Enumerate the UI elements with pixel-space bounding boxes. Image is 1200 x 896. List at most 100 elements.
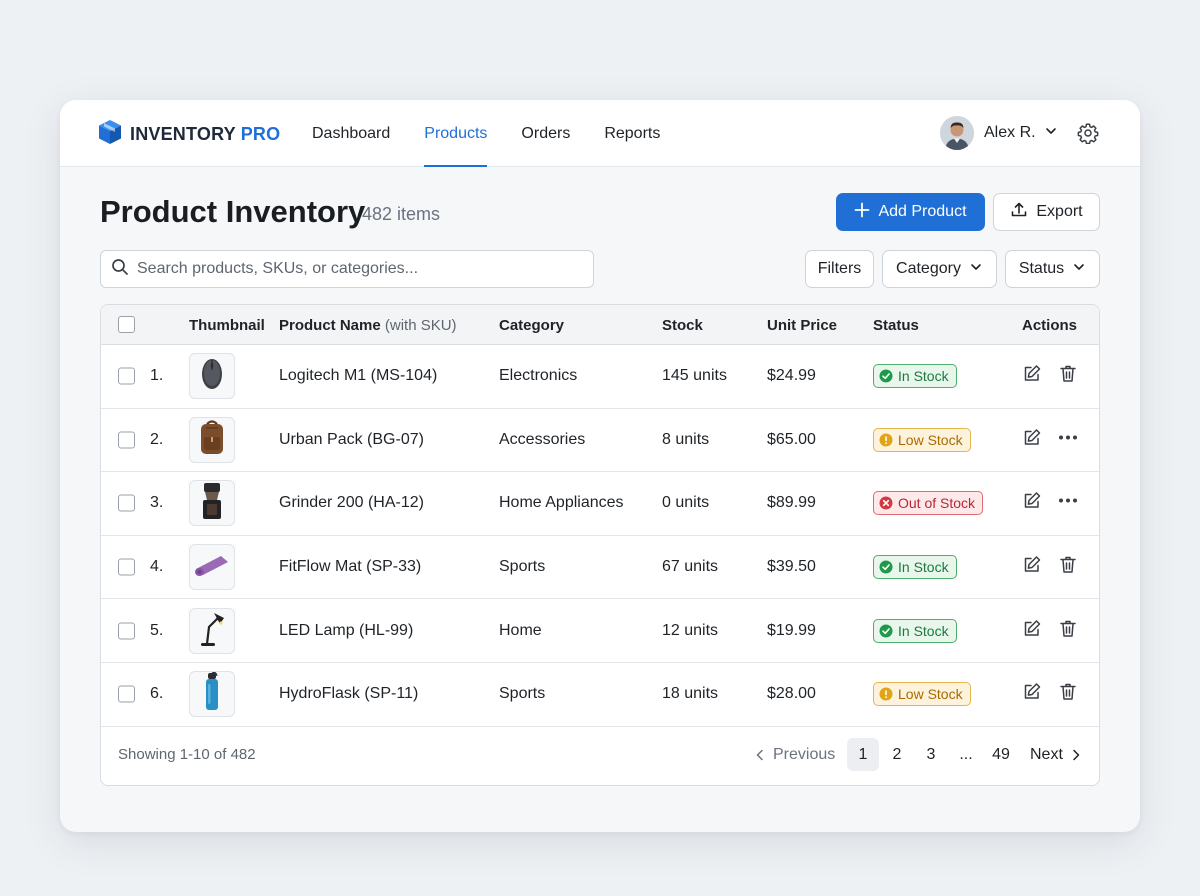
status-label: Low Stock — [898, 686, 963, 703]
export-button[interactable]: Export — [993, 193, 1100, 231]
edit-icon[interactable] — [1022, 555, 1042, 580]
next-label: Next — [1030, 745, 1063, 763]
nav-orders[interactable]: Orders — [521, 100, 570, 167]
status-select[interactable]: Status — [1005, 250, 1100, 288]
next-page-button[interactable]: Next — [1030, 738, 1081, 771]
previous-page-button[interactable]: Previous — [755, 738, 835, 771]
product-name[interactable]: FitFlow Mat (SP-33) — [279, 558, 421, 576]
edit-icon[interactable] — [1022, 618, 1042, 643]
product-name[interactable]: HydroFlask (SP-11) — [279, 685, 418, 703]
nav-products[interactable]: Products — [424, 100, 488, 167]
upload-icon — [1010, 201, 1028, 224]
export-label: Export — [1036, 203, 1083, 220]
product-stock: 67 units — [662, 558, 719, 576]
col-status[interactable]: Status — [873, 317, 919, 334]
page-title: Product Inventory — [100, 194, 366, 229]
yoga-mat-icon — [193, 552, 231, 583]
product-name[interactable]: LED Lamp (HL-99) — [279, 622, 413, 640]
product-price: $24.99 — [767, 367, 816, 385]
trash-icon[interactable] — [1058, 618, 1078, 643]
status-label: Out of Stock — [898, 495, 976, 512]
brand-logo[interactable]: INVENTORY PRO — [98, 119, 280, 150]
page-1-button[interactable]: 1 — [847, 738, 879, 771]
product-category: Sports — [499, 685, 546, 703]
row-checkbox[interactable] — [118, 685, 135, 703]
product-stock: 12 units — [662, 621, 719, 639]
user-menu[interactable]: Alex R. — [940, 116, 1058, 150]
page-ellipsis: ... — [959, 745, 973, 763]
more-options-icon[interactable] — [1057, 427, 1079, 452]
col-stock[interactable]: Stock — [662, 317, 703, 334]
table-row[interactable]: 3. Grinder 200 (HA-12) Home Appliances 0 un… — [101, 472, 1099, 536]
table-row[interactable]: 6. HydroFlask (SP-11) Sports 18 units $28.00… — [101, 663, 1099, 727]
product-thumbnail — [189, 480, 235, 527]
warning-circle-icon — [879, 433, 893, 447]
product-name[interactable]: Logitech M1 (MS-104) — [279, 367, 437, 385]
product-category: Home Appliances — [499, 494, 624, 512]
row-index: 4. — [150, 558, 164, 576]
product-category: Home — [499, 621, 542, 639]
category-select[interactable]: Category — [882, 250, 997, 288]
previous-label: Previous — [773, 745, 836, 763]
add-product-button[interactable]: Add Product — [836, 193, 985, 231]
row-checkbox[interactable] — [118, 367, 135, 385]
col-category[interactable]: Category — [499, 317, 564, 334]
brand-name: INVENTORY PRO — [130, 124, 281, 144]
product-price: $65.00 — [767, 430, 816, 448]
product-name[interactable]: Urban Pack (BG-07) — [279, 431, 424, 449]
table-row[interactable]: 5. LED Lamp (HL-99) Home 12 units $19.99 In S… — [101, 599, 1099, 663]
col-unit-price[interactable]: Unit Price — [767, 317, 837, 334]
trash-icon[interactable] — [1058, 555, 1078, 580]
nav-reports[interactable]: Reports — [604, 100, 660, 167]
plus-icon — [854, 202, 870, 223]
search-input[interactable] — [137, 260, 577, 278]
item-count: 482 items — [362, 204, 441, 224]
col-thumbnail: Thumbnail — [189, 317, 265, 334]
table-row[interactable]: 4. FitFlow Mat (SP-33) Sports 67 units $39.5… — [101, 536, 1099, 600]
avatar — [940, 116, 974, 150]
edit-icon[interactable] — [1022, 491, 1042, 516]
check-circle-icon — [879, 369, 893, 383]
status-label: In Stock — [898, 368, 949, 385]
nav-dashboard[interactable]: Dashboard — [312, 100, 390, 167]
status-badge: In Stock — [873, 364, 957, 389]
col-actions: Actions — [1022, 317, 1078, 334]
page-49-button[interactable]: 49 — [989, 738, 1013, 771]
search-icon — [111, 258, 129, 281]
chevron-right-icon — [1073, 749, 1080, 760]
trash-icon[interactable] — [1058, 682, 1078, 707]
mouse-icon — [197, 356, 227, 397]
row-checkbox[interactable] — [118, 558, 135, 576]
product-thumbnail — [189, 416, 235, 463]
edit-icon[interactable] — [1022, 427, 1042, 452]
select-all-checkbox[interactable] — [118, 316, 135, 333]
table-footer: Showing 1-10 of 482 Previous 1 2 3 ... 4… — [101, 725, 1099, 785]
more-options-icon[interactable] — [1057, 491, 1079, 516]
product-thumbnail — [189, 353, 235, 400]
product-name[interactable]: Grinder 200 (HA-12) — [279, 494, 424, 512]
page-3-button[interactable]: 3 — [923, 738, 939, 771]
row-checkbox[interactable] — [118, 431, 135, 449]
page-2-button[interactable]: 2 — [889, 738, 905, 771]
search-box[interactable] — [100, 250, 594, 288]
edit-icon[interactable] — [1022, 682, 1042, 707]
x-circle-icon — [879, 496, 893, 510]
status-badge: In Stock — [873, 618, 957, 643]
table-header: Thumbnail Product Name (with SKU) Catego… — [101, 305, 1099, 345]
table-row[interactable]: 1. Logitech M1 (MS-104) Electronics 145 uni… — [101, 345, 1099, 409]
product-stock: 145 units — [662, 367, 727, 385]
table-row[interactable]: 2. Urban Pack (BG-07) Accessories 8 units $6… — [101, 409, 1099, 473]
product-category: Electronics — [499, 367, 578, 385]
trash-icon[interactable] — [1058, 364, 1078, 389]
row-index: 2. — [150, 430, 164, 448]
row-checkbox[interactable] — [118, 622, 135, 640]
edit-icon[interactable] — [1022, 364, 1042, 389]
gear-icon[interactable] — [1077, 122, 1099, 149]
status-badge: Out of Stock — [873, 491, 984, 516]
check-circle-icon — [879, 560, 893, 574]
status-label: In Stock — [898, 622, 949, 639]
row-checkbox[interactable] — [118, 494, 135, 512]
status-select-label: Status — [1018, 260, 1065, 277]
col-product-name[interactable]: Product Name (with SKU) — [279, 317, 457, 334]
filters-button[interactable]: Filters — [805, 250, 874, 288]
